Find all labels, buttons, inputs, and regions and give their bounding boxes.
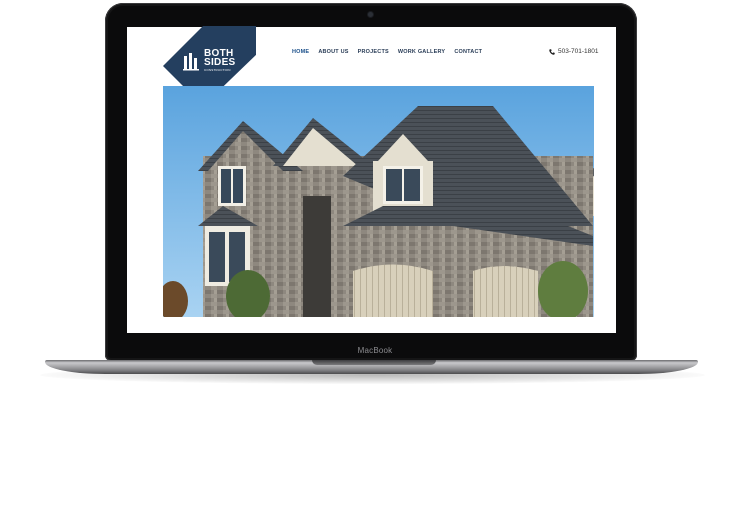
macbook-label: MacBook: [357, 346, 393, 355]
logo-line2: SIDES: [204, 57, 236, 68]
webcam: [368, 12, 373, 17]
logo-text[interactable]: BOTH SIDES: [204, 49, 236, 68]
main-nav: HOME ABOUT US PROJECTS WORK GALLERY CONT…: [292, 49, 482, 55]
nav-about-us[interactable]: ABOUT US: [318, 49, 348, 55]
nav-work-gallery[interactable]: WORK GALLERY: [398, 49, 445, 55]
nav-projects[interactable]: PROJECTS: [358, 49, 389, 55]
logo-building-icon: [183, 53, 199, 71]
nav-contact[interactable]: CONTACT: [454, 49, 482, 55]
hero-house-image: [163, 86, 594, 317]
logo-tagline: CONSTRUCTION: [204, 68, 231, 72]
nav-home[interactable]: HOME: [292, 49, 309, 55]
phone-icon: [549, 48, 555, 55]
laptop-base-notch: [312, 360, 436, 365]
phone-contact[interactable]: 503-701-1801: [549, 48, 598, 55]
phone-number: 503-701-1801: [558, 48, 599, 55]
